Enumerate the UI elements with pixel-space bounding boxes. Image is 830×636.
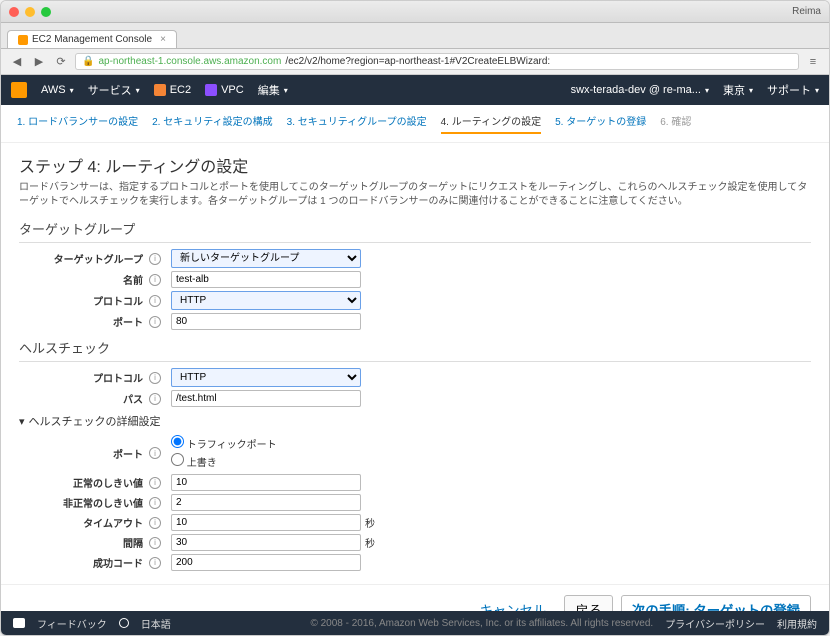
ec2-icon (154, 84, 166, 96)
browser-tab[interactable]: EC2 Management Console × (7, 30, 177, 48)
info-icon[interactable]: i (149, 537, 161, 549)
wizard-actions: キャンセル 戻る 次の手順: ターゲットの登録 (1, 584, 829, 611)
nav-ec2[interactable]: EC2 (154, 84, 191, 96)
page-description: ロードバランサーは、指定するプロトコルとポートを使用してこのターゲットグループの… (19, 181, 811, 209)
menu-button-icon[interactable]: ≡ (805, 54, 821, 70)
port-input[interactable] (171, 313, 361, 330)
info-icon[interactable]: i (149, 372, 161, 384)
aws-top-nav: AWS▾ サービス▾ EC2 VPC 編集▾ swx-terada-dev @ … (1, 75, 829, 105)
url-domain: ap-northeast-1.console.aws.amazon.com (98, 56, 281, 67)
path-input[interactable] (171, 390, 361, 407)
next-button[interactable]: 次の手順: ターゲットの登録 (621, 595, 811, 611)
step-5[interactable]: 5. ターゲットの登録 (555, 113, 646, 134)
section-health-check: ヘルスチェック (19, 338, 811, 362)
step-4[interactable]: 4. ルーティングの設定 (441, 113, 542, 134)
step-2[interactable]: 2. セキュリティ設定の構成 (152, 113, 273, 134)
healthy-input[interactable] (171, 474, 361, 491)
aws-favicon-icon (18, 35, 28, 45)
reload-button-icon[interactable]: ⟳ (53, 54, 69, 70)
hc-protocol-select[interactable]: HTTP (171, 368, 361, 387)
nav-support[interactable]: サポート▾ (767, 82, 819, 98)
page-title: ステップ 4: ルーティングの設定 (19, 153, 811, 177)
healthy-label: 正常のしきい値 (19, 475, 149, 490)
protocol-select[interactable]: HTTP (171, 291, 361, 310)
port-label: ポート (19, 314, 149, 329)
timeout-label: タイムアウト (19, 515, 149, 530)
nav-region[interactable]: 東京▾ (723, 82, 753, 98)
info-icon[interactable]: i (149, 393, 161, 405)
protocol-label: プロトコル (19, 293, 149, 308)
interval-input[interactable] (171, 534, 361, 551)
target-group-label: ターゲットグループ (19, 251, 149, 266)
hc-protocol-label: プロトコル (19, 370, 149, 385)
path-label: パス (19, 391, 149, 406)
timeout-input[interactable] (171, 514, 361, 531)
nav-services[interactable]: サービス▾ (88, 82, 140, 98)
feedback-icon (13, 618, 25, 628)
lock-icon: 🔒 (82, 56, 94, 67)
url-field[interactable]: 🔒 ap-northeast-1.console.aws.amazon.com … (75, 53, 799, 70)
minimize-window-icon[interactable] (25, 7, 35, 17)
info-icon[interactable]: i (149, 316, 161, 328)
radio-traffic-port[interactable]: トラフィックポート (171, 435, 277, 453)
terms-link[interactable]: 利用規約 (777, 616, 817, 631)
nav-edit[interactable]: 編集▾ (258, 82, 288, 98)
name-label: 名前 (19, 272, 149, 287)
name-input[interactable] (171, 271, 361, 288)
close-tab-icon[interactable]: × (160, 34, 166, 45)
aws-footer: フィードバック 日本語 © 2008 - 2016, Amazon Web Se… (1, 611, 829, 635)
info-icon[interactable]: i (149, 295, 161, 307)
nav-aws[interactable]: AWS▾ (41, 84, 74, 96)
info-icon[interactable]: i (149, 447, 161, 459)
info-icon[interactable]: i (149, 557, 161, 569)
hc-port-radio-group: トラフィックポート 上書き (171, 435, 277, 471)
hc-port-label: ポート (19, 446, 149, 461)
address-bar: ◀ ▶ ⟳ 🔒 ap-northeast-1.console.aws.amazo… (1, 49, 829, 75)
tab-bar: EC2 Management Console × (1, 23, 829, 49)
cancel-button[interactable]: キャンセル (470, 595, 557, 611)
step-1[interactable]: 1. ロードバランサーの設定 (17, 113, 138, 134)
privacy-link[interactable]: プライバシーポリシー (665, 616, 765, 631)
forward-button-icon[interactable]: ▶ (31, 54, 47, 70)
step-6: 6. 確認 (660, 113, 691, 134)
aws-logo-icon[interactable] (11, 82, 27, 98)
info-icon[interactable]: i (149, 497, 161, 509)
chevron-down-icon: ▾ (19, 415, 25, 428)
globe-icon (119, 618, 129, 628)
success-label: 成功コード (19, 555, 149, 570)
target-group-select[interactable]: 新しいターゲットグループ (171, 249, 361, 268)
os-user-label: Reima (792, 6, 821, 17)
back-button[interactable]: 戻る (564, 595, 613, 611)
nav-vpc[interactable]: VPC (205, 84, 244, 96)
nav-account[interactable]: swx-terada-dev @ re-ma...▾ (571, 82, 709, 98)
content-area: 1. ロードバランサーの設定 2. セキュリティ設定の構成 3. セキュリティグ… (1, 105, 829, 611)
feedback-link[interactable]: フィードバック (37, 616, 107, 631)
advanced-toggle[interactable]: ▾ヘルスチェックの詳細設定 (19, 413, 811, 429)
radio-override[interactable]: 上書き (171, 453, 277, 471)
language-selector[interactable]: 日本語 (141, 616, 171, 631)
copyright: © 2008 - 2016, Amazon Web Services, Inc.… (310, 618, 653, 629)
wizard-steps: 1. ロードバランサーの設定 2. セキュリティ設定の構成 3. セキュリティグ… (1, 105, 829, 143)
tab-title: EC2 Management Console (32, 34, 152, 45)
vpc-icon (205, 84, 217, 96)
page-body: ステップ 4: ルーティングの設定 ロードバランサーは、指定するプロトコルとポー… (1, 143, 829, 584)
back-button-icon[interactable]: ◀ (9, 54, 25, 70)
section-target-group: ターゲットグループ (19, 219, 811, 243)
unhealthy-label: 非正常のしきい値 (19, 495, 149, 510)
info-icon[interactable]: i (149, 477, 161, 489)
maximize-window-icon[interactable] (41, 7, 51, 17)
success-input[interactable] (171, 554, 361, 571)
interval-label: 間隔 (19, 535, 149, 550)
info-icon[interactable]: i (149, 253, 161, 265)
titlebar: Reima (1, 1, 829, 23)
close-window-icon[interactable] (9, 7, 19, 17)
browser-window: Reima EC2 Management Console × ◀ ▶ ⟳ 🔒 a… (0, 0, 830, 636)
step-3[interactable]: 3. セキュリティグループの設定 (287, 113, 427, 134)
info-icon[interactable]: i (149, 517, 161, 529)
unhealthy-input[interactable] (171, 494, 361, 511)
url-path: /ec2/v2/home?region=ap-northeast-1#V2Cre… (285, 56, 550, 67)
info-icon[interactable]: i (149, 274, 161, 286)
